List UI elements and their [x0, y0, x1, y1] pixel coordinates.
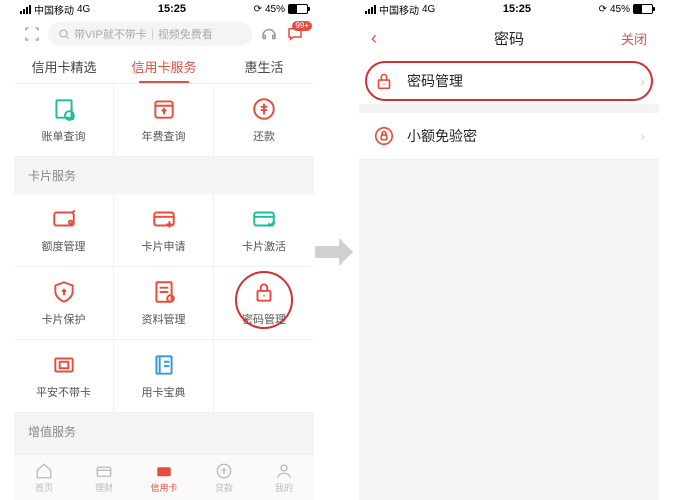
chevron-right-icon: ›: [640, 128, 645, 144]
row-label: 密码管理: [407, 71, 628, 91]
home-icon: [35, 462, 53, 480]
rotation-lock-icon: ⟳: [254, 4, 262, 15]
item-annual-fee[interactable]: 年费查询: [114, 84, 214, 157]
row-password-mgmt[interactable]: 密码管理 ›: [359, 58, 659, 105]
headphone-icon[interactable]: [260, 25, 278, 43]
close-button[interactable]: 关闭: [607, 29, 647, 48]
nocard-icon: [51, 352, 77, 378]
back-button[interactable]: ‹: [371, 28, 411, 49]
wallet-icon: [95, 462, 113, 480]
item-empty: [214, 340, 314, 413]
lock-icon: [373, 70, 395, 92]
search-icon: [58, 28, 70, 40]
battery-icon: [633, 4, 653, 14]
clock: 15:25: [503, 3, 531, 15]
signal-icon: [20, 5, 31, 14]
card-apply-icon: [151, 206, 177, 232]
bill-icon: [51, 96, 77, 122]
nav-creditcard[interactable]: 信用卡: [134, 455, 194, 500]
item-repayment[interactable]: 还款: [214, 84, 314, 157]
section-value-added-title: 增值服务: [14, 413, 314, 450]
category-tabs: 信用卡精选 信用卡服务 惠生活: [14, 50, 314, 84]
row-small-noverify[interactable]: 小额免验密 ›: [359, 113, 659, 160]
user-icon: [275, 462, 293, 480]
password-list: 密码管理 › 小额免验密 ›: [359, 58, 659, 160]
item-card-protect[interactable]: 卡片保护: [14, 267, 114, 340]
carrier-label: 中国移动: [34, 2, 74, 17]
section-card-services-title: 卡片服务: [14, 157, 314, 194]
battery-percent: 45%: [610, 4, 630, 15]
nav-header: ‹ 密码 关闭: [359, 18, 659, 58]
carrier-label: 中国移动: [379, 2, 419, 17]
chevron-right-icon: ›: [640, 73, 645, 89]
content-scroll[interactable]: 账单查询 年费查询 还款 卡片服务 额度管理 卡片申请 卡片: [14, 84, 314, 454]
nopin-icon: [373, 125, 395, 147]
repayment-icon: [251, 96, 277, 122]
message-icon[interactable]: 99+: [286, 25, 304, 43]
item-card-activate[interactable]: 卡片激活: [214, 194, 314, 267]
search-input[interactable]: 带VIP就不带卡｜视频免费看: [48, 22, 252, 46]
nav-loan[interactable]: 贷款: [194, 455, 254, 500]
card-services-grid: 额度管理 卡片申请 卡片激活 卡片保护 资料管理 密码管理: [14, 194, 314, 413]
item-bill-query[interactable]: 账单查询: [14, 84, 114, 157]
search-placeholder: 带VIP就不带卡｜视频免费看: [74, 26, 213, 42]
nav-home[interactable]: 首页: [14, 455, 74, 500]
annual-fee-icon: [151, 96, 177, 122]
message-badge: 99+: [292, 21, 312, 31]
arrow-icon: [315, 238, 353, 266]
scan-icon[interactable]: [24, 26, 40, 42]
status-bar: 中国移动 4G 15:25 ⟳ 45%: [359, 0, 659, 18]
tab-services[interactable]: 信用卡服务: [114, 50, 214, 83]
lock-icon: [251, 279, 277, 305]
limit-icon: [51, 206, 77, 232]
row-label: 小额免验密: [407, 126, 628, 146]
signal-icon: [365, 5, 376, 14]
item-card-apply[interactable]: 卡片申请: [114, 194, 214, 267]
guide-icon: [151, 352, 177, 378]
network-label: 4G: [77, 4, 90, 15]
screen-password: 中国移动 4G 15:25 ⟳ 45% ‹ 密码 关闭 密码管理 › 小额免验密…: [359, 0, 659, 500]
nav-mine[interactable]: 我的: [254, 455, 314, 500]
profile-icon: [151, 279, 177, 305]
bottom-nav: 首页 理财 信用卡 贷款 我的: [14, 454, 314, 500]
loan-icon: [215, 462, 233, 480]
empty-area: [359, 160, 659, 500]
battery-icon: [288, 4, 308, 14]
item-profile-mgmt[interactable]: 资料管理: [114, 267, 214, 340]
tab-featured[interactable]: 信用卡精选: [14, 50, 114, 83]
page-title: 密码: [494, 28, 524, 49]
shield-icon: [51, 279, 77, 305]
item-pingan-nocard[interactable]: 平安不带卡: [14, 340, 114, 413]
item-limit-mgmt[interactable]: 额度管理: [14, 194, 114, 267]
rotation-lock-icon: ⟳: [599, 4, 607, 15]
item-card-guide[interactable]: 用卡宝典: [114, 340, 214, 413]
item-password-mgmt[interactable]: 密码管理: [214, 267, 314, 340]
clock: 15:25: [158, 3, 186, 15]
status-bar: 中国移动 4G 15:25 ⟳ 45%: [14, 0, 314, 18]
nav-finance[interactable]: 理财: [74, 455, 134, 500]
screen-card-services: 中国移动 4G 15:25 ⟳ 45% 带VIP就不带卡｜视频免费看 99+ 信…: [14, 0, 314, 500]
search-header: 带VIP就不带卡｜视频免费看 99+: [14, 18, 314, 50]
network-label: 4G: [422, 4, 435, 15]
battery-percent: 45%: [265, 4, 285, 15]
tab-life[interactable]: 惠生活: [214, 50, 314, 83]
card-icon: [155, 462, 173, 480]
top-shortcuts: 账单查询 年费查询 还款: [14, 84, 314, 157]
card-activate-icon: [251, 206, 277, 232]
